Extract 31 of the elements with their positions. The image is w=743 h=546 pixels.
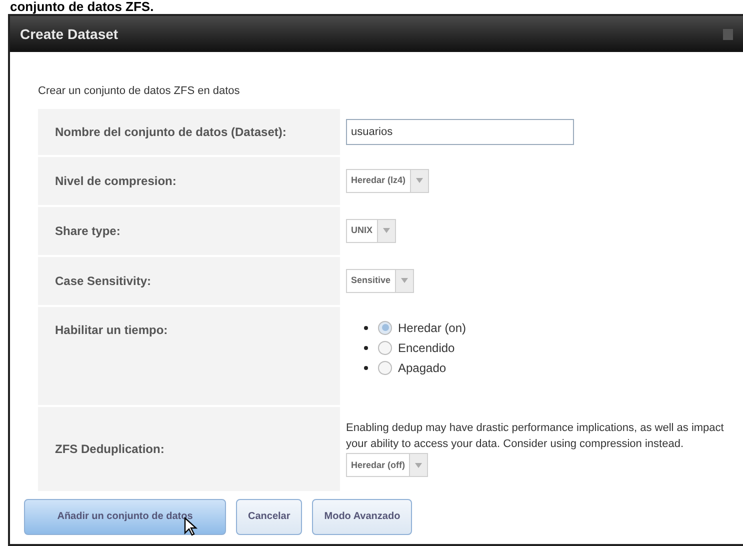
caret-icon (416, 178, 423, 183)
intro-text: Crear un conjunto de datos ZFS en datos (38, 84, 241, 99)
bullet-icon (364, 366, 368, 370)
caret-icon (400, 278, 408, 283)
caret-icon (415, 462, 422, 468)
caret-icon (382, 228, 390, 233)
field-label: Nombre del conjunto de datos (Dataset): (38, 108, 340, 154)
radio-button[interactable] (378, 360, 392, 374)
input-field[interactable]: usuarios (346, 118, 574, 144)
field-label: Share type: (38, 206, 340, 254)
dropdown[interactable]: Heredar (off) (346, 453, 428, 478)
radio-label: Heredar (on) (398, 320, 466, 336)
field-label: ZFS Deduplication: (38, 406, 340, 490)
action-button[interactable]: Cancelar (236, 498, 302, 534)
bullet-icon (364, 346, 368, 350)
action-button[interactable]: Modo Avanzado (312, 498, 412, 534)
page-heading: conjunto de datos ZFS. (9, 0, 155, 14)
window-title: Create Dataset (20, 24, 118, 44)
dropdown[interactable]: Heredar (lz4) (346, 168, 429, 192)
field-label: Nivel de compresion: (38, 156, 340, 204)
bullet-icon (364, 326, 368, 330)
radio-label: Apagado (398, 360, 446, 376)
dropdown[interactable]: Sensitive (346, 268, 414, 292)
field-label: Case Sensitivity: (38, 256, 340, 304)
radio-button[interactable] (378, 340, 392, 354)
radio-label: Encendido (398, 340, 455, 356)
warning-text: Enabling dedup may have drastic performance implications, as well as impact your ability to access your data. Consider using compression instead. (346, 420, 725, 452)
radio-button[interactable] (378, 320, 392, 334)
action-button[interactable]: Añadir un conjunto de datos (24, 498, 226, 534)
dropdown[interactable]: UNIX (346, 218, 396, 242)
field-label: Habilitar un tiempo: (38, 306, 340, 404)
